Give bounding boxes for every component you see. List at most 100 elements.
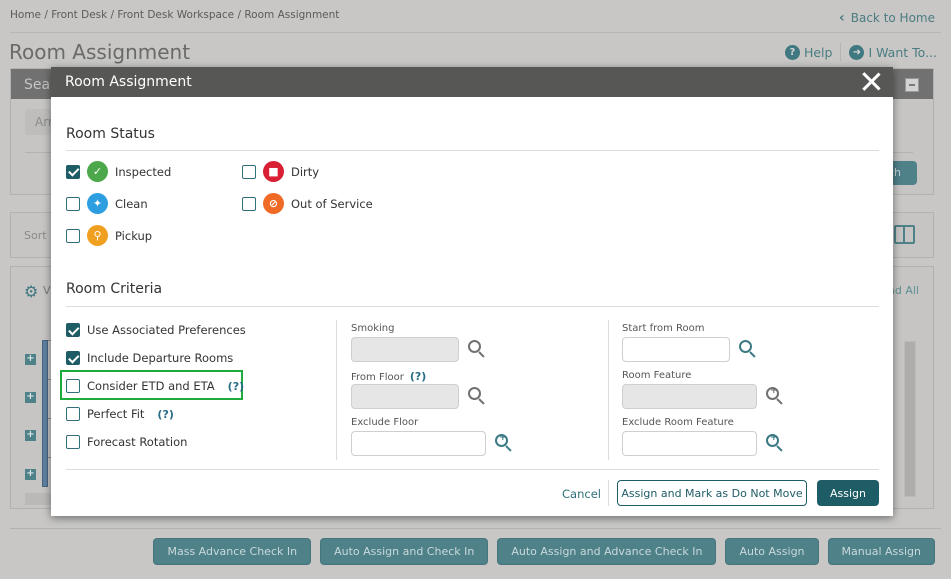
checkbox-unchecked[interactable] — [66, 379, 80, 393]
start-from-room-input[interactable] — [622, 337, 730, 362]
search-icon[interactable] — [467, 386, 487, 406]
back-to-home-link[interactable]: ‹ Back to Home — [839, 10, 935, 26]
help-icon: ? — [784, 44, 800, 60]
arrow-right-circle-icon: ➜ — [849, 44, 865, 60]
checkbox-label: Forecast Rotation — [87, 435, 188, 449]
row-indicator-bar — [42, 340, 48, 487]
status-label: Dirty — [291, 164, 320, 179]
breadcrumb[interactable]: Home / Front Desk / Front Desk Workspace… — [10, 9, 339, 21]
exclude-room-feature-input[interactable] — [622, 431, 757, 456]
from-floor-label: From Floor (?) — [351, 370, 427, 383]
checkbox-checked[interactable] — [66, 323, 80, 337]
page-title: Room Assignment — [9, 40, 191, 64]
consider-etd-eta-checkbox[interactable]: Consider ETD and ETA (?) — [66, 379, 244, 393]
dialog-header: Room Assignment — [51, 67, 893, 97]
smoking-label: Smoking — [351, 323, 395, 334]
checkbox-unchecked[interactable] — [66, 228, 80, 243]
room-status-heading: Room Status — [66, 126, 155, 142]
help-tooltip-icon[interactable]: (?) — [157, 408, 173, 421]
out-of-service-icon: ⊘ — [263, 193, 284, 214]
perfect-fit-checkbox[interactable]: Perfect Fit (?) — [66, 407, 174, 421]
gear-icon[interactable]: ⚙ — [24, 282, 38, 301]
status-clean-checkbox[interactable]: ✦ Clean — [66, 193, 148, 214]
status-dirty-checkbox[interactable]: ■ Dirty — [242, 161, 319, 182]
help-tooltip-icon[interactable]: (?) — [228, 380, 244, 393]
smoking-input[interactable] — [351, 337, 459, 362]
divider — [66, 306, 879, 307]
auto-assign-and-advance-check-in-button[interactable]: Auto Assign and Advance Check In — [497, 538, 717, 565]
assign-and-mark-do-not-move-button[interactable]: Assign and Mark as Do Not Move — [617, 480, 807, 506]
close-icon[interactable] — [861, 71, 881, 91]
vertical-scrollbar[interactable] — [904, 341, 916, 497]
search-icon[interactable] — [738, 339, 758, 359]
sparkle-icon: ✦ — [87, 193, 108, 214]
multi-select-search-icon[interactable]: + — [765, 386, 785, 406]
assign-button[interactable]: Assign — [817, 480, 879, 506]
multi-select-search-icon[interactable]: + — [494, 433, 514, 453]
divider — [66, 150, 879, 151]
checkbox-label: Include Departure Rooms — [87, 351, 234, 365]
split-view-icon[interactable] — [894, 225, 915, 244]
view-options-label[interactable]: V — [43, 284, 51, 297]
auto-assign-and-check-in-button[interactable]: Auto Assign and Check In — [320, 538, 489, 565]
column-divider — [336, 320, 337, 460]
exclude-floor-label: Exclude Floor — [351, 417, 419, 428]
divider — [840, 43, 842, 61]
help-tooltip-icon[interactable]: (?) — [410, 370, 426, 383]
sort-label: Sort — [24, 229, 47, 242]
expand-row-icon[interactable]: + — [25, 392, 36, 403]
room-feature-input[interactable] — [622, 384, 757, 409]
room-assignment-dialog: Room Assignment Room Status ✓ Inspected … — [51, 67, 893, 516]
use-associated-preferences-checkbox[interactable]: Use Associated Preferences — [66, 323, 246, 337]
checkbox-label: Use Associated Preferences — [87, 323, 246, 337]
checkbox-label: Perfect Fit — [87, 407, 145, 421]
manual-assign-button[interactable]: Manual Assign — [827, 538, 935, 565]
auto-assign-button[interactable]: Auto Assign — [725, 538, 819, 565]
i-want-to-label: I Want To... — [868, 44, 937, 60]
checkbox-unchecked[interactable] — [242, 196, 256, 211]
exclude-floor-input[interactable] — [351, 431, 486, 456]
status-label: Inspected — [115, 164, 172, 179]
expand-row-icon[interactable]: + — [25, 469, 36, 480]
chevron-left-icon: ‹ — [838, 10, 845, 26]
status-inspected-checkbox[interactable]: ✓ Inspected — [66, 161, 171, 182]
from-floor-input[interactable] — [351, 384, 459, 409]
mass-advance-check-in-button[interactable]: Mass Advance Check In — [153, 538, 312, 565]
trash-can-icon: ■ — [263, 161, 284, 182]
help-label: Help — [803, 44, 833, 60]
include-departure-rooms-checkbox[interactable]: Include Departure Rooms — [66, 351, 233, 365]
top-actions: ? Help ➜ I Want To... — [784, 43, 937, 61]
trash-search-icon: ⚲ — [87, 225, 108, 246]
clipboard-check-icon: ✓ — [87, 161, 108, 182]
back-to-home-label: Back to Home — [850, 11, 935, 25]
forecast-rotation-checkbox[interactable]: Forecast Rotation — [66, 435, 187, 449]
divider — [10, 32, 941, 33]
checkbox-unchecked[interactable] — [66, 407, 80, 421]
checkbox-unchecked[interactable] — [242, 164, 256, 179]
expand-row-icon[interactable]: + — [25, 354, 36, 365]
expand-row-icon[interactable]: + — [25, 430, 36, 441]
status-label: Pickup — [115, 228, 153, 243]
i-want-to-link[interactable]: ➜ I Want To... — [849, 44, 937, 60]
column-divider — [608, 320, 609, 460]
checkbox-unchecked[interactable] — [66, 435, 80, 449]
collapse-icon[interactable] — [905, 78, 919, 92]
checkbox-unchecked[interactable] — [66, 196, 80, 211]
divider — [608, 480, 609, 506]
start-from-room-label: Start from Room — [622, 323, 705, 334]
search-icon[interactable] — [467, 339, 487, 359]
checkbox-checked[interactable] — [66, 164, 80, 179]
status-pickup-checkbox[interactable]: ⚲ Pickup — [66, 225, 152, 246]
status-label: Clean — [115, 196, 148, 211]
cancel-button[interactable]: Cancel — [562, 487, 601, 501]
checkbox-label: Consider ETD and ETA — [87, 379, 215, 393]
room-criteria-heading: Room Criteria — [66, 281, 163, 297]
dialog-title: Room Assignment — [65, 74, 192, 90]
status-out-of-service-checkbox[interactable]: ⊘ Out of Service — [242, 193, 373, 214]
divider — [66, 469, 879, 470]
multi-select-search-icon[interactable]: + — [765, 433, 785, 453]
help-link[interactable]: ? Help — [784, 44, 833, 60]
bottom-action-bar: Mass Advance Check In Auto Assign and Ch… — [153, 538, 935, 565]
checkbox-checked[interactable] — [66, 351, 80, 365]
status-label: Out of Service — [291, 196, 373, 211]
